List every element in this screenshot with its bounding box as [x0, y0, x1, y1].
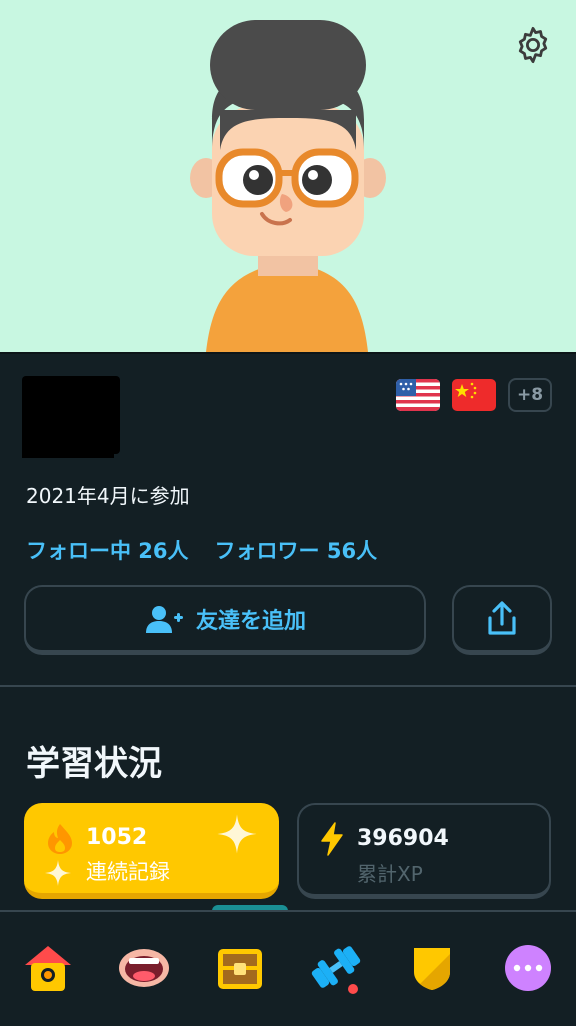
add-friend-label: 友達を追加 — [195, 608, 306, 634]
china-flag-icon[interactable] — [452, 379, 496, 411]
more-icon — [505, 945, 551, 991]
followers-link[interactable]: フォロワー 56人 — [215, 535, 378, 565]
notification-dot — [348, 984, 358, 994]
us-flag-icon[interactable] — [396, 379, 440, 411]
add-user-icon — [145, 605, 183, 633]
avatar — [190, 20, 386, 352]
sparkle-icon — [45, 860, 71, 886]
tab-practice[interactable] — [308, 940, 364, 996]
stats-title: 学習状況 — [26, 744, 162, 784]
share-button[interactable] — [452, 585, 552, 655]
flame-icon — [48, 824, 72, 854]
course-flags[interactable]: +8 — [396, 378, 552, 412]
section-divider — [0, 685, 576, 687]
share-icon — [488, 600, 516, 635]
bottom-tab-bar — [0, 910, 576, 1026]
xp-value: 396904 — [357, 826, 449, 851]
tab-more[interactable] — [500, 940, 556, 996]
more-courses-badge[interactable]: +8 — [508, 378, 552, 412]
xp-label: 累計XP — [357, 862, 423, 886]
tab-home[interactable] — [20, 940, 76, 996]
mouth-icon — [119, 949, 169, 987]
following-link[interactable]: フォロー中 26人 — [26, 535, 189, 565]
streak-card[interactable]: 1052 連続記録 — [24, 803, 279, 899]
profile-avatar-area — [0, 0, 576, 352]
follow-counts: フォロー中 26人 フォロワー 56人 — [26, 535, 377, 565]
total-xp-card[interactable]: 396904 累計XP — [297, 803, 551, 899]
streak-label: 連続記録 — [86, 860, 170, 884]
lightning-icon — [321, 822, 343, 856]
tab-treasure[interactable] — [212, 940, 268, 996]
shield-icon — [414, 948, 450, 990]
joined-date: 2021年4月に参加 — [26, 484, 190, 508]
tab-league[interactable] — [404, 940, 460, 996]
sparkle-large-icon — [217, 814, 257, 854]
home-icon — [25, 946, 71, 991]
redacted-handle — [22, 420, 114, 458]
gear-icon[interactable] — [512, 24, 554, 66]
tab-speak[interactable] — [116, 940, 172, 996]
treasure-chest-icon — [218, 949, 262, 989]
add-friend-button[interactable]: 友達を追加 — [24, 585, 426, 655]
streak-value: 1052 — [86, 825, 148, 850]
